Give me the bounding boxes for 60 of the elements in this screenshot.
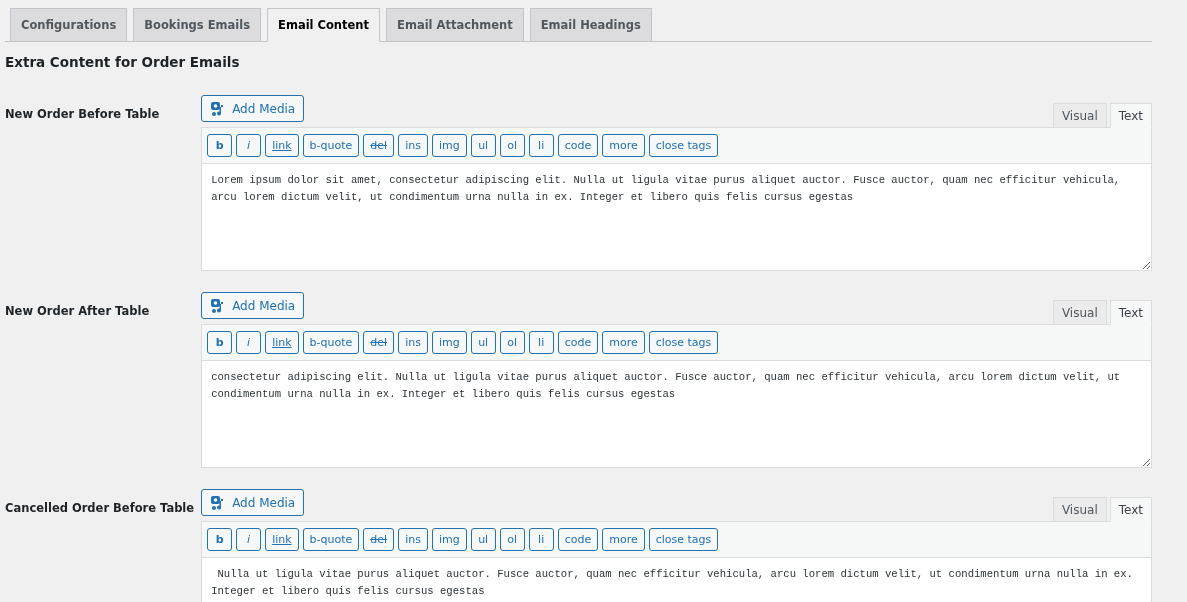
quicktag-button[interactable]: close tags (648, 528, 719, 551)
quicktag-button[interactable]: b (207, 331, 233, 354)
add-media-button[interactable]: Add Media (201, 292, 305, 319)
add-media-button[interactable]: Add Media (201, 489, 305, 516)
quicktag-button[interactable]: del (363, 528, 395, 551)
quicktag-button[interactable]: img (431, 528, 467, 551)
quicktag-button[interactable]: i (236, 134, 262, 157)
quicktag-button[interactable]: del (363, 331, 395, 354)
editor-tab[interactable]: Text (1109, 300, 1152, 325)
quicktag-button[interactable]: link (265, 134, 299, 157)
quicktag-button[interactable]: ins (398, 134, 428, 157)
editor-tab[interactable]: Text (1109, 103, 1152, 128)
add-media-button[interactable]: Add Media (201, 95, 305, 122)
quicktag-button[interactable]: del (363, 134, 395, 157)
quicktag-button[interactable]: li (528, 331, 554, 354)
quicktag-button[interactable]: li (528, 528, 554, 551)
text-area[interactable]: consectetur adipiscing elit. Nulla ut ligula vitae purus aliquet auctor. Fusce auctor, quam nec efficitur vehicula, arcu lorem dictum velit, ut condimentum urna nulla in ex. Integer et libero quis felis cursus egestas (201, 361, 1152, 468)
quicktag-button[interactable]: b (207, 528, 233, 551)
editor-tab[interactable]: Visual (1052, 300, 1107, 325)
settings-tab[interactable]: Email Attachment (386, 8, 524, 41)
editor-tab[interactable]: Text (1109, 497, 1152, 522)
quicktag-button[interactable]: close tags (648, 331, 719, 354)
settings-tab[interactable]: Email Headings (529, 8, 652, 41)
quicktag-button[interactable]: li (528, 134, 554, 157)
quicktag-button[interactable]: code (557, 528, 599, 551)
field-label: Cancelled Order Before Table (5, 501, 195, 515)
settings-tab[interactable]: Bookings Emails (133, 8, 262, 41)
quicktag-button[interactable]: close tags (648, 134, 719, 157)
editor-tab[interactable]: Visual (1052, 497, 1107, 522)
quicktag-button[interactable]: ins (398, 528, 428, 551)
quicktag-button[interactable]: b-quote (302, 134, 360, 157)
quicktag-button[interactable]: img (431, 134, 467, 157)
quicktag-button[interactable]: more (602, 331, 645, 354)
quicktag-button[interactable]: img (431, 331, 467, 354)
field-label: New Order After Table (5, 304, 150, 318)
editor-tab[interactable]: Visual (1052, 103, 1107, 128)
section-heading: Extra Content for Order Emails (5, 54, 241, 70)
settings-tab[interactable]: Email Content (267, 8, 381, 42)
quicktag-button[interactable]: code (557, 134, 599, 157)
quicktag-button[interactable]: more (602, 528, 645, 551)
quicktag-button[interactable]: ul (470, 134, 496, 157)
quicktag-button[interactable]: b-quote (302, 528, 360, 551)
quicktag-button[interactable]: ol (499, 134, 525, 157)
quicktag-button[interactable]: ul (470, 331, 496, 354)
quicktag-button[interactable]: i (236, 331, 262, 354)
quicktag-button[interactable]: b-quote (302, 331, 360, 354)
settings-tab[interactable]: Configurations (10, 8, 128, 41)
quicktag-button[interactable]: i (236, 528, 262, 551)
quicktag-button[interactable]: link (265, 528, 299, 551)
quicktag-button[interactable]: link (265, 331, 299, 354)
quicktag-button[interactable]: ins (398, 331, 428, 354)
quicktag-button[interactable]: more (602, 134, 645, 157)
quicktag-button[interactable]: ol (499, 528, 525, 551)
text-area[interactable]: Lorem ipsum dolor sit amet, consectetur adipiscing elit. Nulla ut ligula vitae purus aliquet auctor. Fusce auctor, quam nec efficitur vehicula, arcu lorem dictum velit, ut condimentum urna nulla in ex. Integer et libero quis felis cursus egestas (201, 164, 1152, 271)
quicktag-button[interactable]: b (207, 134, 233, 157)
quicktag-button[interactable]: code (557, 331, 599, 354)
text-area[interactable]: Nulla ut ligula vitae purus aliquet auctor. Fusce auctor, quam nec efficitur vehicula, arcu lorem dictum velit, ut condimentum urna nulla in ex. Integer et libero quis felis cursus egestas (201, 558, 1152, 602)
quicktag-button[interactable]: ul (470, 528, 496, 551)
quicktag-button[interactable]: ol (499, 331, 525, 354)
field-label: New Order Before Table (5, 107, 160, 121)
